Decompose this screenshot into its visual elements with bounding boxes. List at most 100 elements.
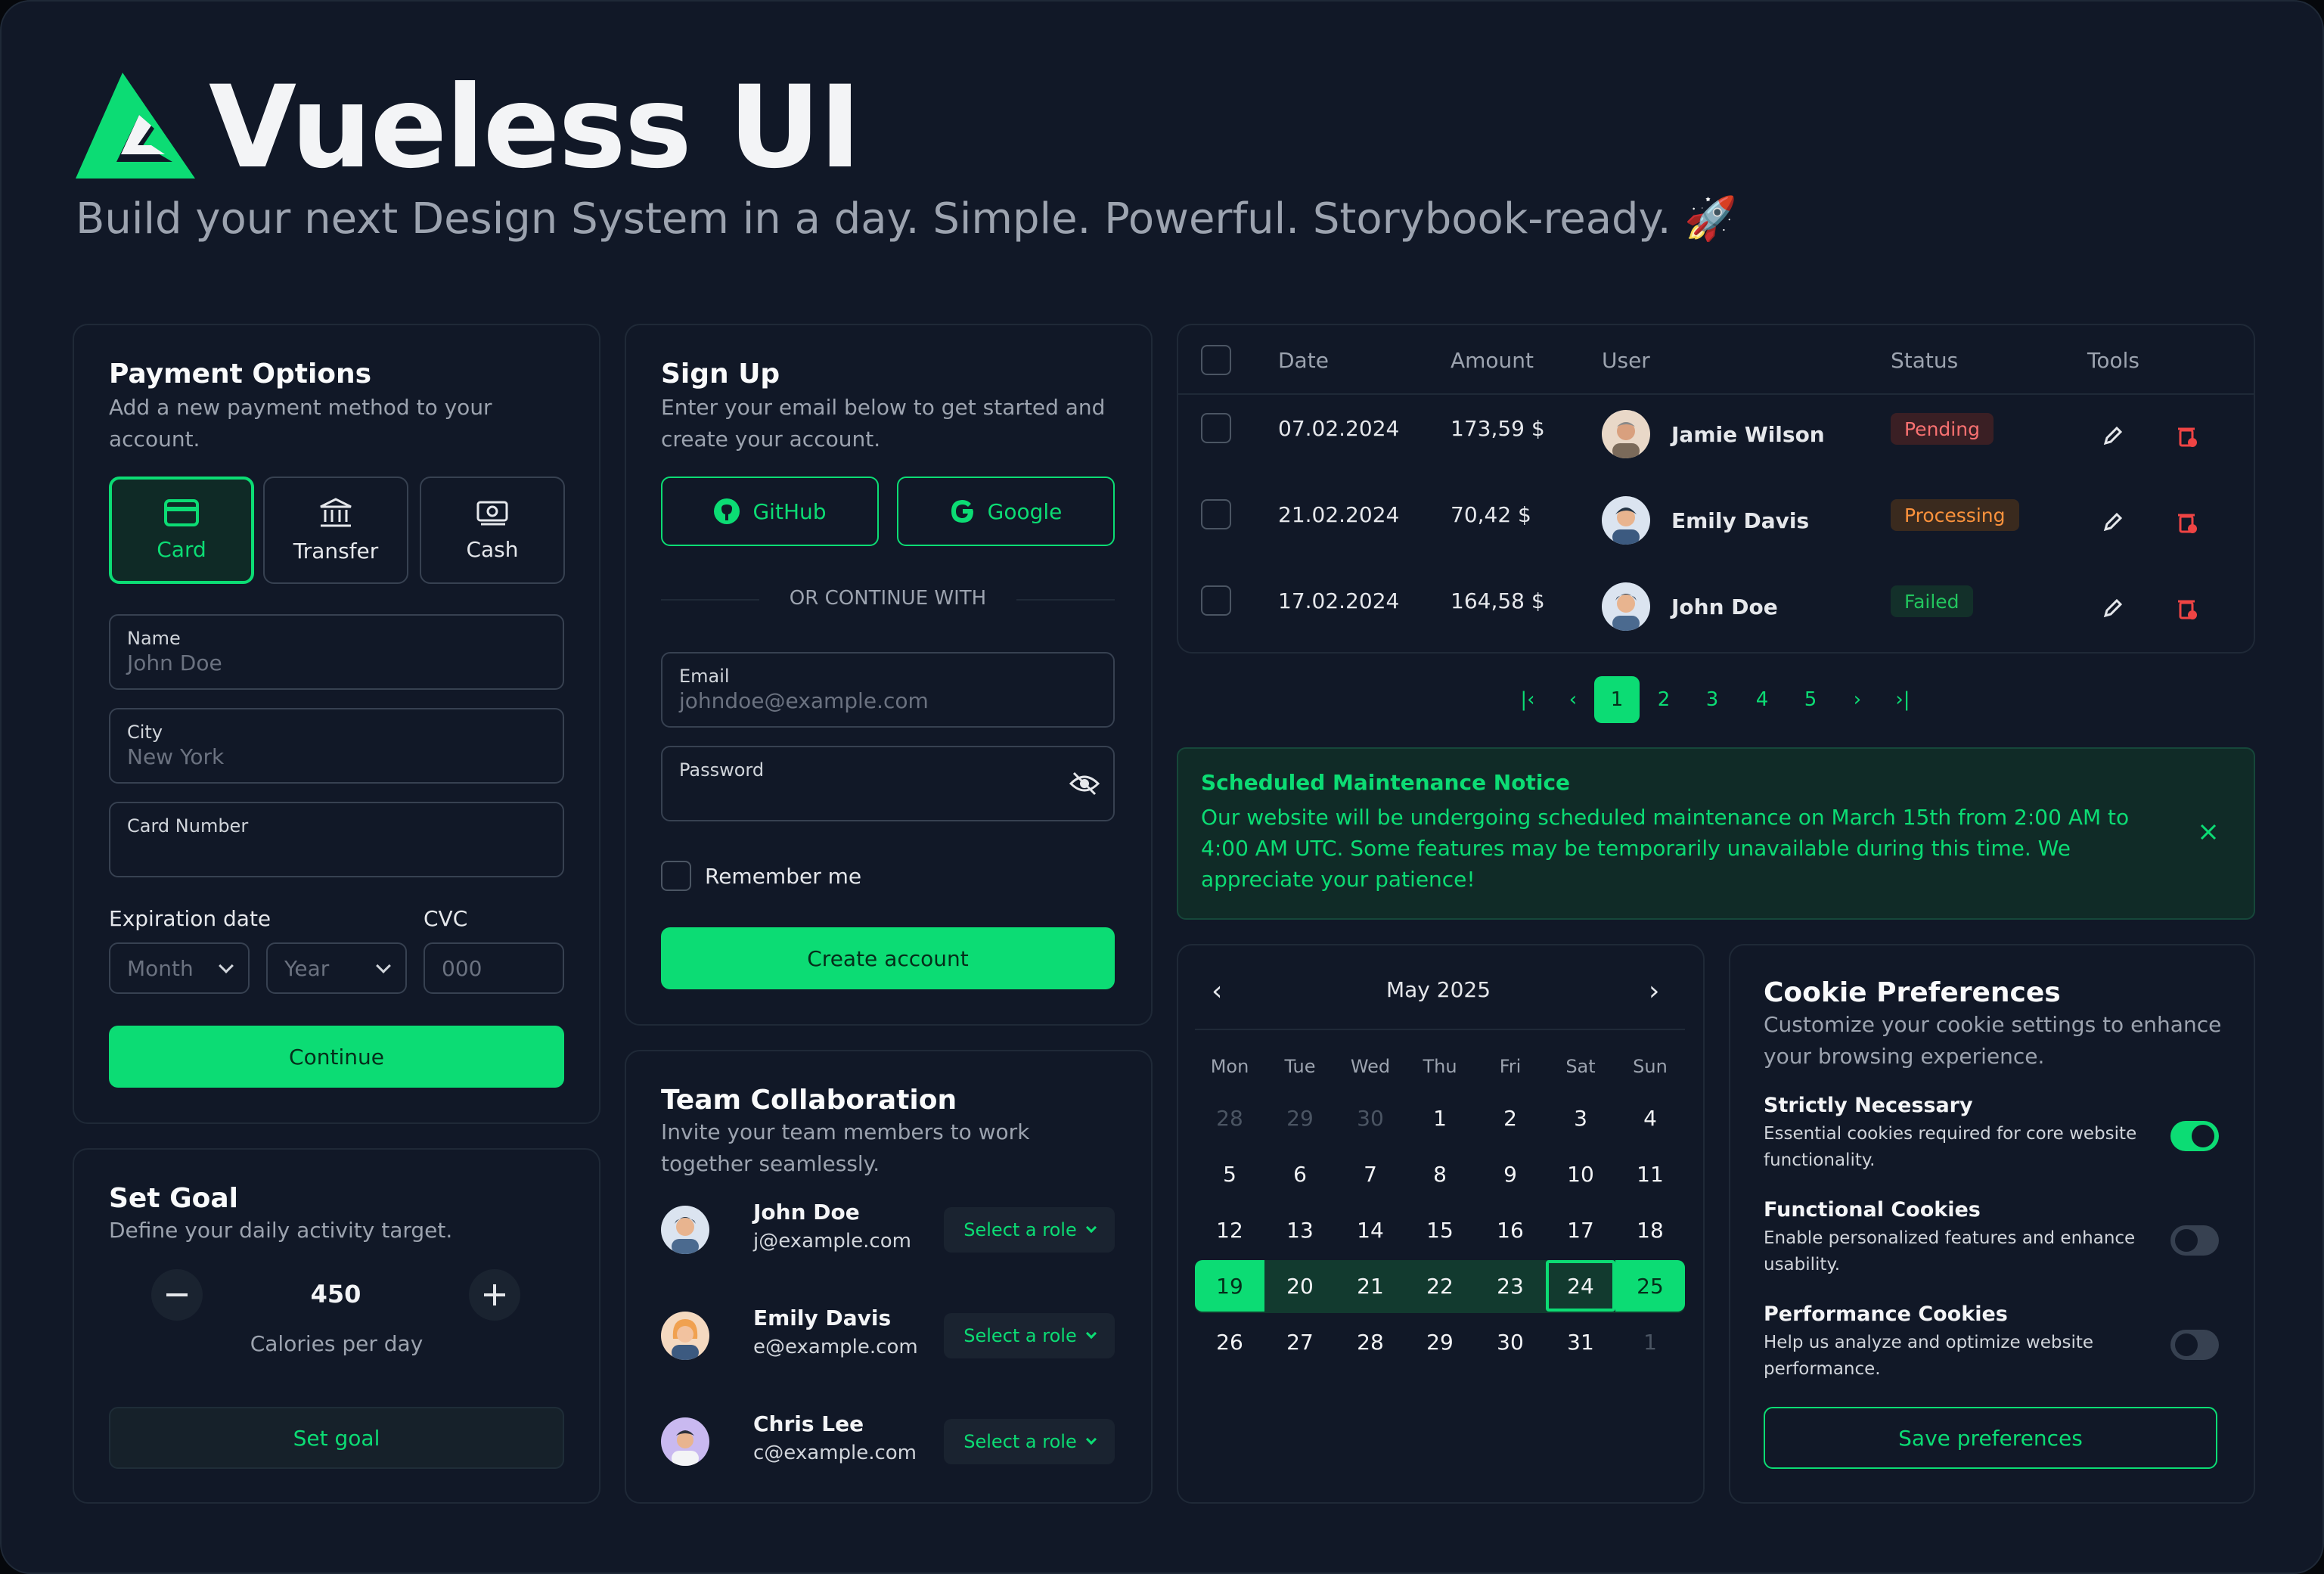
row-checkbox[interactable] bbox=[1201, 585, 1231, 616]
email-field[interactable]: Email johndoe@example.com bbox=[661, 652, 1115, 728]
delete-icon[interactable] bbox=[2177, 425, 2198, 448]
calendar-day[interactable]: 28 bbox=[1195, 1092, 1264, 1144]
eye-off-icon[interactable] bbox=[1069, 770, 1100, 797]
alert-title: Scheduled Maintenance Notice bbox=[1201, 770, 1571, 795]
edit-icon[interactable] bbox=[2102, 511, 2124, 532]
remember-checkbox[interactable] bbox=[661, 861, 691, 891]
calendar-day[interactable]: 9 bbox=[1475, 1148, 1545, 1200]
calendar-day[interactable]: 29 bbox=[1405, 1316, 1475, 1368]
delete-icon[interactable] bbox=[2177, 511, 2198, 534]
calendar-day[interactable]: 1 bbox=[1615, 1316, 1685, 1368]
calendar-day[interactable]: 23 bbox=[1475, 1260, 1545, 1312]
weekday-label: Tue bbox=[1284, 1056, 1316, 1077]
cookie-item-desc: Help us analyze and optimize website per… bbox=[1764, 1333, 2094, 1379]
functional-cookies-toggle[interactable] bbox=[2170, 1225, 2219, 1256]
card-number-field[interactable]: Card Number bbox=[109, 802, 564, 877]
calendar-day[interactable]: 31 bbox=[1546, 1316, 1615, 1368]
city-field[interactable]: City New York bbox=[109, 708, 564, 784]
calendar-day[interactable]: 16 bbox=[1475, 1204, 1545, 1256]
calendar-day[interactable]: 13 bbox=[1265, 1204, 1335, 1256]
delete-icon[interactable] bbox=[2177, 598, 2198, 620]
calendar-day[interactable]: 22 bbox=[1405, 1260, 1475, 1312]
vueless-logo-icon bbox=[76, 73, 195, 179]
strictly-necessary-toggle[interactable] bbox=[2170, 1121, 2219, 1151]
calendar-day[interactable]: 30 bbox=[1336, 1092, 1405, 1144]
page-3[interactable]: 3 bbox=[1689, 676, 1735, 723]
calendar-day[interactable]: 26 bbox=[1195, 1316, 1264, 1368]
calendar-day[interactable]: 17 bbox=[1546, 1204, 1615, 1256]
page-1[interactable]: 1 bbox=[1594, 676, 1640, 723]
prev-month-button[interactable]: ‹ bbox=[1212, 976, 1222, 1007]
calendar-day[interactable]: 5 bbox=[1195, 1148, 1264, 1200]
create-account-button[interactable]: Create account bbox=[661, 927, 1115, 989]
payment-option-card[interactable]: Card bbox=[109, 477, 254, 584]
calendar-day[interactable]: 12 bbox=[1195, 1204, 1264, 1256]
avatar bbox=[661, 1312, 709, 1360]
calendar-day[interactable]: 4 bbox=[1615, 1092, 1685, 1144]
calendar-day[interactable]: 30 bbox=[1475, 1316, 1545, 1368]
calendar-day[interactable]: 25 bbox=[1615, 1260, 1685, 1312]
cell-date: 21.02.2024 bbox=[1278, 502, 1400, 527]
next-month-button[interactable]: › bbox=[1649, 976, 1659, 1007]
continue-button[interactable]: Continue bbox=[109, 1026, 564, 1088]
save-preferences-button[interactable]: Save preferences bbox=[1764, 1407, 2217, 1469]
calendar-day[interactable]: 2 bbox=[1475, 1092, 1545, 1144]
calendar-day[interactable]: 14 bbox=[1336, 1204, 1405, 1256]
role-select[interactable]: Select a role bbox=[944, 1419, 1115, 1464]
payment-option-transfer[interactable]: Transfer bbox=[263, 477, 408, 584]
prev-page-button[interactable]: ‹ bbox=[1550, 676, 1596, 723]
year-select[interactable]: Year bbox=[266, 942, 407, 994]
next-page-button[interactable]: › bbox=[1835, 676, 1880, 723]
first-page-button[interactable]: |‹ bbox=[1505, 676, 1550, 723]
column-header-amount[interactable]: Amount bbox=[1451, 348, 1534, 373]
close-icon[interactable] bbox=[2199, 823, 2217, 841]
role-select[interactable]: Select a role bbox=[944, 1207, 1115, 1253]
calendar-day[interactable]: 21 bbox=[1336, 1260, 1405, 1312]
calendar-day[interactable]: 27 bbox=[1265, 1316, 1335, 1368]
edit-icon[interactable] bbox=[2102, 598, 2124, 619]
calendar-day[interactable]: 29 bbox=[1265, 1092, 1335, 1144]
calendar-day[interactable]: 18 bbox=[1615, 1204, 1685, 1256]
google-label: Google bbox=[987, 498, 1063, 524]
calendar-month[interactable]: May 2025 bbox=[1287, 977, 1590, 1002]
calendar-day[interactable]: 1 bbox=[1405, 1092, 1475, 1144]
month-select[interactable]: Month bbox=[109, 942, 250, 994]
name-field[interactable]: Name John Doe bbox=[109, 614, 564, 690]
increment-button[interactable] bbox=[469, 1269, 520, 1321]
page-4[interactable]: 4 bbox=[1739, 676, 1785, 723]
row-checkbox[interactable] bbox=[1201, 499, 1231, 529]
calendar-day[interactable]: 11 bbox=[1615, 1148, 1685, 1200]
calendar-day[interactable]: 24 bbox=[1546, 1260, 1615, 1312]
calendar-day[interactable]: 28 bbox=[1336, 1316, 1405, 1368]
decrement-button[interactable] bbox=[151, 1269, 203, 1321]
calendar-day[interactable]: 10 bbox=[1546, 1148, 1615, 1200]
column-header-status[interactable]: Status bbox=[1891, 348, 1958, 373]
calendar-day[interactable]: 7 bbox=[1336, 1148, 1405, 1200]
last-page-button[interactable]: ›| bbox=[1880, 676, 1925, 723]
select-all-checkbox[interactable] bbox=[1201, 345, 1231, 375]
set-goal-button[interactable]: Set goal bbox=[109, 1407, 564, 1469]
performance-cookies-toggle[interactable] bbox=[2170, 1330, 2219, 1360]
payment-option-cash[interactable]: Cash bbox=[420, 477, 565, 584]
app-frame: Vueless UI Build your next Design System… bbox=[0, 0, 2324, 1574]
calendar-day[interactable]: 3 bbox=[1546, 1092, 1615, 1144]
page-2[interactable]: 2 bbox=[1641, 676, 1686, 723]
calendar-day[interactable]: 15 bbox=[1405, 1204, 1475, 1256]
status-badge: Failed bbox=[1891, 585, 1973, 617]
calendar-day[interactable]: 19 bbox=[1195, 1260, 1264, 1312]
city-placeholder: New York bbox=[127, 744, 225, 769]
role-select[interactable]: Select a role bbox=[944, 1313, 1115, 1358]
github-button[interactable]: GitHub bbox=[661, 477, 879, 546]
column-header-user[interactable]: User bbox=[1602, 348, 1650, 373]
payment-option-label: Cash bbox=[466, 536, 519, 562]
password-field[interactable]: Password bbox=[661, 746, 1115, 821]
calendar-day[interactable]: 8 bbox=[1405, 1148, 1475, 1200]
page-5[interactable]: 5 bbox=[1788, 676, 1833, 723]
row-checkbox[interactable] bbox=[1201, 413, 1231, 443]
column-header-date[interactable]: Date bbox=[1278, 348, 1329, 373]
calendar-day[interactable]: 6 bbox=[1265, 1148, 1335, 1200]
cvc-input[interactable]: 000 bbox=[424, 942, 564, 994]
edit-icon[interactable] bbox=[2102, 425, 2124, 446]
calendar-day[interactable]: 20 bbox=[1265, 1260, 1335, 1312]
google-button[interactable]: Google bbox=[897, 477, 1115, 546]
